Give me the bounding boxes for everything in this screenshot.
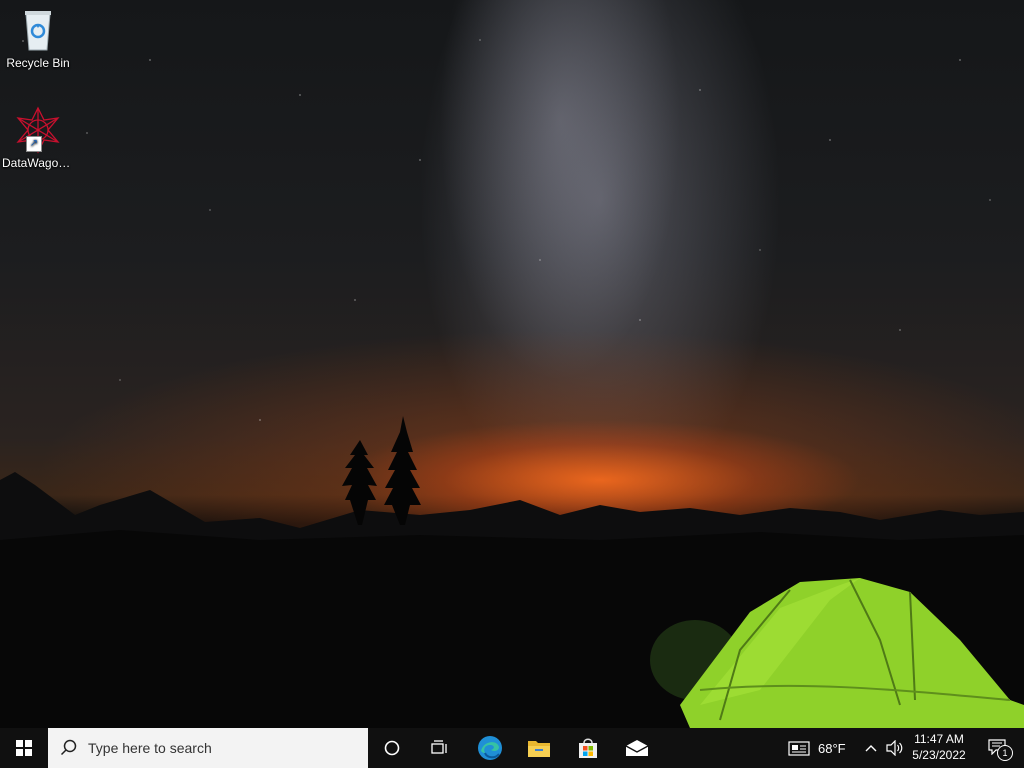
- search-placeholder: Type here to search: [88, 740, 212, 756]
- taskbar-edge-button[interactable]: [466, 728, 514, 768]
- datawagon-app-icon: ↗: [14, 106, 62, 154]
- chevron-up-icon: [865, 745, 877, 752]
- datawagon-label: DataWagon...: [2, 156, 75, 170]
- recycle-bin-label: Recycle Bin: [6, 56, 70, 70]
- taskbar-search-box[interactable]: Type here to search: [48, 728, 368, 768]
- microsoft-store-icon: [579, 738, 597, 758]
- taskbar-store-button[interactable]: [564, 728, 612, 768]
- task-view-button[interactable]: [416, 728, 464, 768]
- shortcut-arrow-icon: ↗: [26, 136, 42, 152]
- speaker-volume-icon: [886, 740, 903, 756]
- recycle-bin-icon: [14, 6, 62, 54]
- desktop-background: Recycle Bin ↗ DataWagon...: [0, 0, 1024, 728]
- cortana-button[interactable]: [368, 728, 416, 768]
- clock-time: 11:47 AM: [914, 732, 964, 746]
- news-widget-icon: [788, 741, 810, 756]
- show-hidden-icons-button[interactable]: [860, 728, 882, 768]
- desktop-icon-recycle-bin[interactable]: Recycle Bin: [0, 6, 76, 70]
- desktop-icon-datawagon[interactable]: ↗ DataWagon...: [0, 106, 76, 170]
- taskbar-file-explorer-button[interactable]: [515, 728, 563, 768]
- clock-button[interactable]: 11:47 AM 5/23/2022: [908, 728, 970, 768]
- file-explorer-folder-icon: [528, 741, 550, 757]
- search-icon: [60, 739, 77, 756]
- cortana-circle-icon: [384, 740, 400, 756]
- volume-button[interactable]: [883, 728, 907, 768]
- notification-count-badge: 1: [997, 745, 1013, 761]
- taskbar-mail-button[interactable]: [613, 728, 661, 768]
- clock-date: 5/23/2022: [912, 748, 966, 762]
- weather-temperature: 68°F: [818, 740, 846, 756]
- edge-browser-icon: [478, 736, 502, 760]
- action-center-button[interactable]: 1: [978, 728, 1018, 768]
- landscape-silhouette: [0, 416, 1024, 728]
- start-button[interactable]: [0, 728, 48, 768]
- task-view-icon: [431, 740, 447, 754]
- windows-logo-icon: [16, 740, 32, 756]
- taskbar: Type here to search 68°F 11:47 AM 5/23/2…: [0, 728, 1024, 768]
- mail-envelope-icon: [625, 740, 649, 756]
- news-and-interests-button[interactable]: 68°F: [782, 728, 852, 768]
